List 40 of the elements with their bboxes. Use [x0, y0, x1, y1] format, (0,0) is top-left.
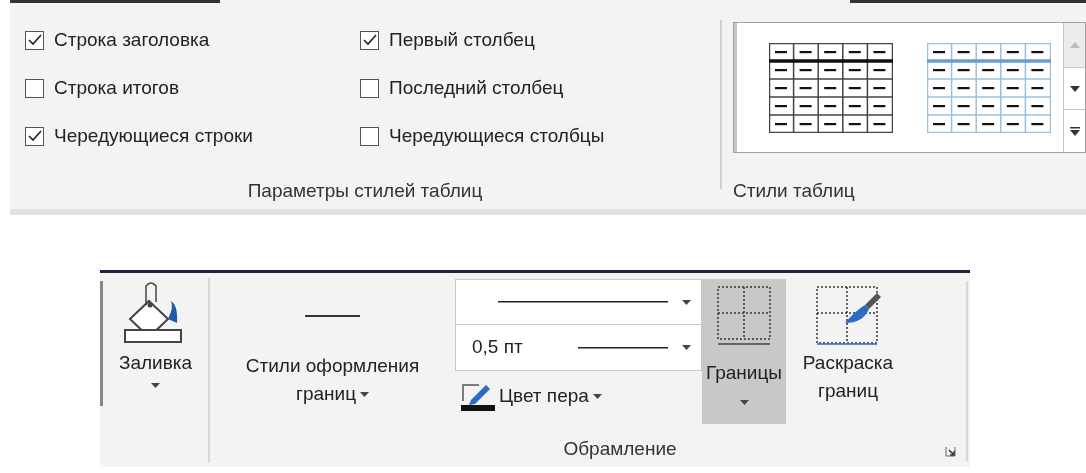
checkbox[interactable]	[360, 78, 379, 98]
down-arrow-icon	[1069, 85, 1080, 92]
checkbox-label: Строка итогов	[54, 75, 179, 100]
caret-icon	[360, 392, 370, 398]
group-label: Обрамление	[563, 436, 677, 461]
checkbox[interactable]	[25, 126, 44, 146]
checkbox[interactable]	[25, 30, 44, 50]
dialog-launcher-icon[interactable]	[945, 446, 956, 457]
checkbox-label: Чередующиеся строки	[54, 123, 253, 148]
checkbox-label: Чередующиеся столбцы	[389, 123, 605, 148]
pen-color-button[interactable]: Цвет пера	[461, 381, 602, 411]
table-style-thumbnail[interactable]	[927, 42, 1051, 133]
caret-icon	[151, 383, 160, 388]
line-weight-dropdown[interactable]: 0,5 пт	[455, 325, 702, 371]
checkbox-label: Первый столбец	[389, 27, 535, 52]
line-style-dropdown[interactable]	[455, 279, 702, 325]
up-arrow-icon	[1069, 42, 1080, 48]
group-label: Стили таблиц	[733, 178, 855, 203]
borders-button[interactable]: Границы	[702, 279, 786, 424]
checkbox-label: Строка заголовка	[54, 27, 210, 52]
border-styles-button[interactable]: Стили оформления границ	[216, 315, 449, 408]
border-painter-icon	[815, 285, 881, 347]
checkbox[interactable]	[25, 78, 44, 98]
table-style-thumbnail[interactable]	[769, 42, 893, 133]
checkbox[interactable]	[360, 30, 379, 50]
line-icon	[578, 346, 668, 349]
fill-button[interactable]: Заливка	[116, 279, 195, 388]
caret-icon	[739, 399, 749, 405]
group-label: Параметры стилей таблиц	[247, 178, 483, 203]
caret-icon	[592, 393, 602, 399]
line-icon	[498, 301, 668, 303]
expand-icon	[1069, 126, 1080, 136]
pen-color-icon	[461, 381, 495, 411]
checkbox-label: Последний столбец	[389, 75, 564, 100]
caret-icon	[682, 345, 691, 350]
checkbox[interactable]	[360, 126, 379, 146]
caret-icon	[682, 299, 691, 305]
line-icon	[305, 315, 360, 318]
borders-icon	[716, 285, 772, 345]
border-painter-button[interactable]: Раскраска границ	[788, 285, 908, 405]
